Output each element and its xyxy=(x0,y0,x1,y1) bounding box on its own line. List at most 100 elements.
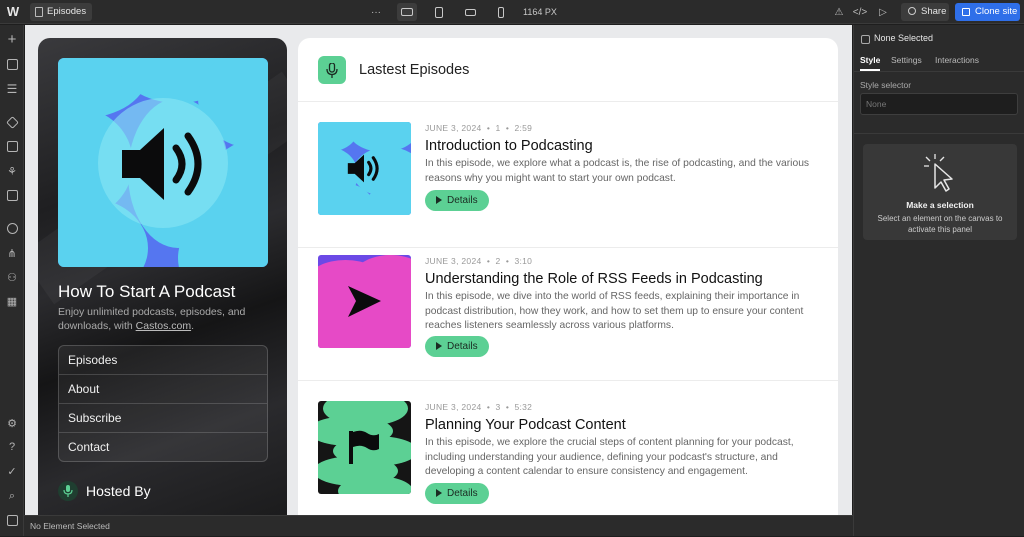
castos-link[interactable]: Castos.com xyxy=(136,320,191,332)
page-icon xyxy=(35,7,43,17)
show-description: Enjoy unlimited podcasts, episodes, and … xyxy=(58,305,263,333)
episode-meta: JUNE 3, 2024 • 2 • 3:10 xyxy=(425,256,533,266)
podcast-sidebar: How To Start A Podcast Enjoy unlimited p… xyxy=(38,38,287,515)
nav-item-contact[interactable]: Contact xyxy=(59,433,267,462)
audit-check-icon[interactable]: ✓ xyxy=(4,463,20,479)
canvas-width-readout: 1164 PX xyxy=(523,0,557,24)
episode-title[interactable]: Understanding the Role of RSS Feeds in P… xyxy=(425,271,763,287)
page-name: Episodes xyxy=(47,6,87,17)
nav-item-about[interactable]: About xyxy=(59,375,267,404)
canvas-width-unit: PX xyxy=(544,7,557,17)
episodes-panel: Lastest Episodes JUNE 3, 2024 • 1 • 2:59… xyxy=(298,38,838,515)
design-canvas[interactable]: How To Start A Podcast Enjoy unlimited p… xyxy=(25,25,852,515)
details-label: Details xyxy=(447,341,478,352)
episode-number: 2 xyxy=(495,256,501,266)
pages-icon[interactable] xyxy=(4,56,20,72)
top-toolbar: W Episodes ··· 1164 PX ⚠ </> ▷ Share Clo… xyxy=(0,0,1024,24)
cms-icon[interactable] xyxy=(4,220,20,236)
empty-selection-card: Make a selection Select an element on th… xyxy=(863,144,1017,240)
show-desc-suffix: . xyxy=(191,320,194,332)
episode-art xyxy=(318,122,411,215)
play-icon xyxy=(436,489,442,497)
tab-settings[interactable]: Settings xyxy=(891,55,922,65)
nav-item-episodes[interactable]: Episodes xyxy=(59,346,267,375)
apps-icon[interactable]: ▦ xyxy=(4,293,20,309)
microphone-icon xyxy=(318,56,346,84)
tab-style[interactable]: Style xyxy=(860,55,881,71)
warning-icon[interactable]: ⚠ xyxy=(829,3,849,21)
play-icon xyxy=(436,196,442,204)
video-tutorials-icon[interactable] xyxy=(4,512,20,528)
episode-card: JUNE 3, 2024 • 2 • 3:10 Understanding th… xyxy=(298,235,838,381)
help-icon[interactable]: ? xyxy=(4,439,20,455)
add-icon[interactable]: + xyxy=(4,31,20,48)
episode-card: JUNE 3, 2024 • 1 • 2:59 Introduction to … xyxy=(298,102,838,248)
details-button[interactable]: Details xyxy=(425,336,489,357)
site-nav: Episodes About Subscribe Contact xyxy=(58,345,268,462)
episode-date: JUNE 3, 2024 xyxy=(425,123,482,133)
person-icon xyxy=(908,7,916,15)
search-icon[interactable]: ⌕ xyxy=(4,488,20,504)
navigator-icon[interactable]: ☰ xyxy=(4,81,20,97)
section-title: Lastest Episodes xyxy=(359,62,470,78)
webflow-logo-icon[interactable]: W xyxy=(4,3,22,21)
share-label: Share xyxy=(921,6,947,17)
details-label: Details xyxy=(447,195,478,206)
speaker-icon xyxy=(122,128,202,200)
hosted-by-label: Hosted By xyxy=(86,483,151,499)
episode-duration: 3:10 xyxy=(514,256,533,266)
details-button[interactable]: Details xyxy=(425,190,489,211)
details-button[interactable]: Details xyxy=(425,483,489,504)
selection-title: Make a selection xyxy=(906,200,974,210)
episodes-header: Lastest Episodes xyxy=(298,38,838,102)
style-manager-icon[interactable] xyxy=(4,138,20,154)
send-icon xyxy=(348,286,381,317)
speaker-icon xyxy=(347,154,379,183)
episode-title[interactable]: Introduction to Podcasting xyxy=(425,138,593,154)
settings-gear-icon[interactable]: ⚙ xyxy=(4,415,20,431)
page-selector[interactable]: Episodes xyxy=(30,3,93,21)
desktop-breakpoint-icon[interactable] xyxy=(397,3,417,21)
cursor-click-icon xyxy=(924,154,953,192)
microphone-icon xyxy=(58,481,78,501)
hosted-by: Hosted By xyxy=(58,481,151,501)
panel-tabs: Style Settings Interactions xyxy=(854,52,1024,72)
code-icon[interactable]: </> xyxy=(850,3,870,21)
canvas-width-value: 1164 xyxy=(523,7,543,17)
tab-interactions[interactable]: Interactions xyxy=(935,55,979,65)
nav-item-subscribe[interactable]: Subscribe xyxy=(59,404,267,433)
episode-description: In this episode, we dive into the world … xyxy=(425,291,804,331)
episode-title[interactable]: Planning Your Podcast Content xyxy=(425,417,626,433)
tablet-breakpoint-icon[interactable] xyxy=(429,3,449,21)
components-icon[interactable] xyxy=(4,114,20,130)
episode-description: In this episode, we explore the crucial … xyxy=(425,437,794,477)
clone-label: Clone site xyxy=(975,6,1018,17)
more-icon[interactable]: ··· xyxy=(366,3,386,21)
logic-icon[interactable]: ⋔ xyxy=(4,245,20,261)
style-selector-input[interactable]: None xyxy=(860,93,1018,115)
flag-icon xyxy=(349,430,379,464)
preview-play-icon[interactable]: ▷ xyxy=(873,3,893,21)
podcast-cover-image xyxy=(58,58,268,267)
episode-art xyxy=(318,255,411,348)
selection-description: Select an element on the canvas to activ… xyxy=(877,214,1003,234)
mobile-landscape-icon[interactable] xyxy=(460,3,480,21)
status-text: No Element Selected xyxy=(30,521,110,531)
none-selected-label: None Selected xyxy=(874,33,934,43)
style-panel: None Selected Style Settings Interaction… xyxy=(853,25,1024,536)
episode-description: In this episode, we explore what a podca… xyxy=(425,158,810,184)
episode-duration: 5:32 xyxy=(514,402,533,412)
selection-checkbox[interactable] xyxy=(861,35,870,44)
episode-number: 3 xyxy=(495,402,501,412)
status-bar: No Element Selected xyxy=(24,515,853,536)
variables-icon[interactable]: ⚘ xyxy=(4,163,20,179)
share-button[interactable]: Share xyxy=(901,3,949,21)
episode-date: JUNE 3, 2024 xyxy=(425,256,482,266)
assets-icon[interactable] xyxy=(4,187,20,203)
details-label: Details xyxy=(447,488,478,499)
clone-site-button[interactable]: Clone site xyxy=(955,3,1020,21)
users-icon[interactable]: ⚇ xyxy=(4,269,20,285)
episode-card: JUNE 3, 2024 • 3 • 5:32 Planning Your Po… xyxy=(298,381,838,515)
divider xyxy=(854,133,1024,134)
mobile-portrait-icon[interactable] xyxy=(491,3,511,21)
